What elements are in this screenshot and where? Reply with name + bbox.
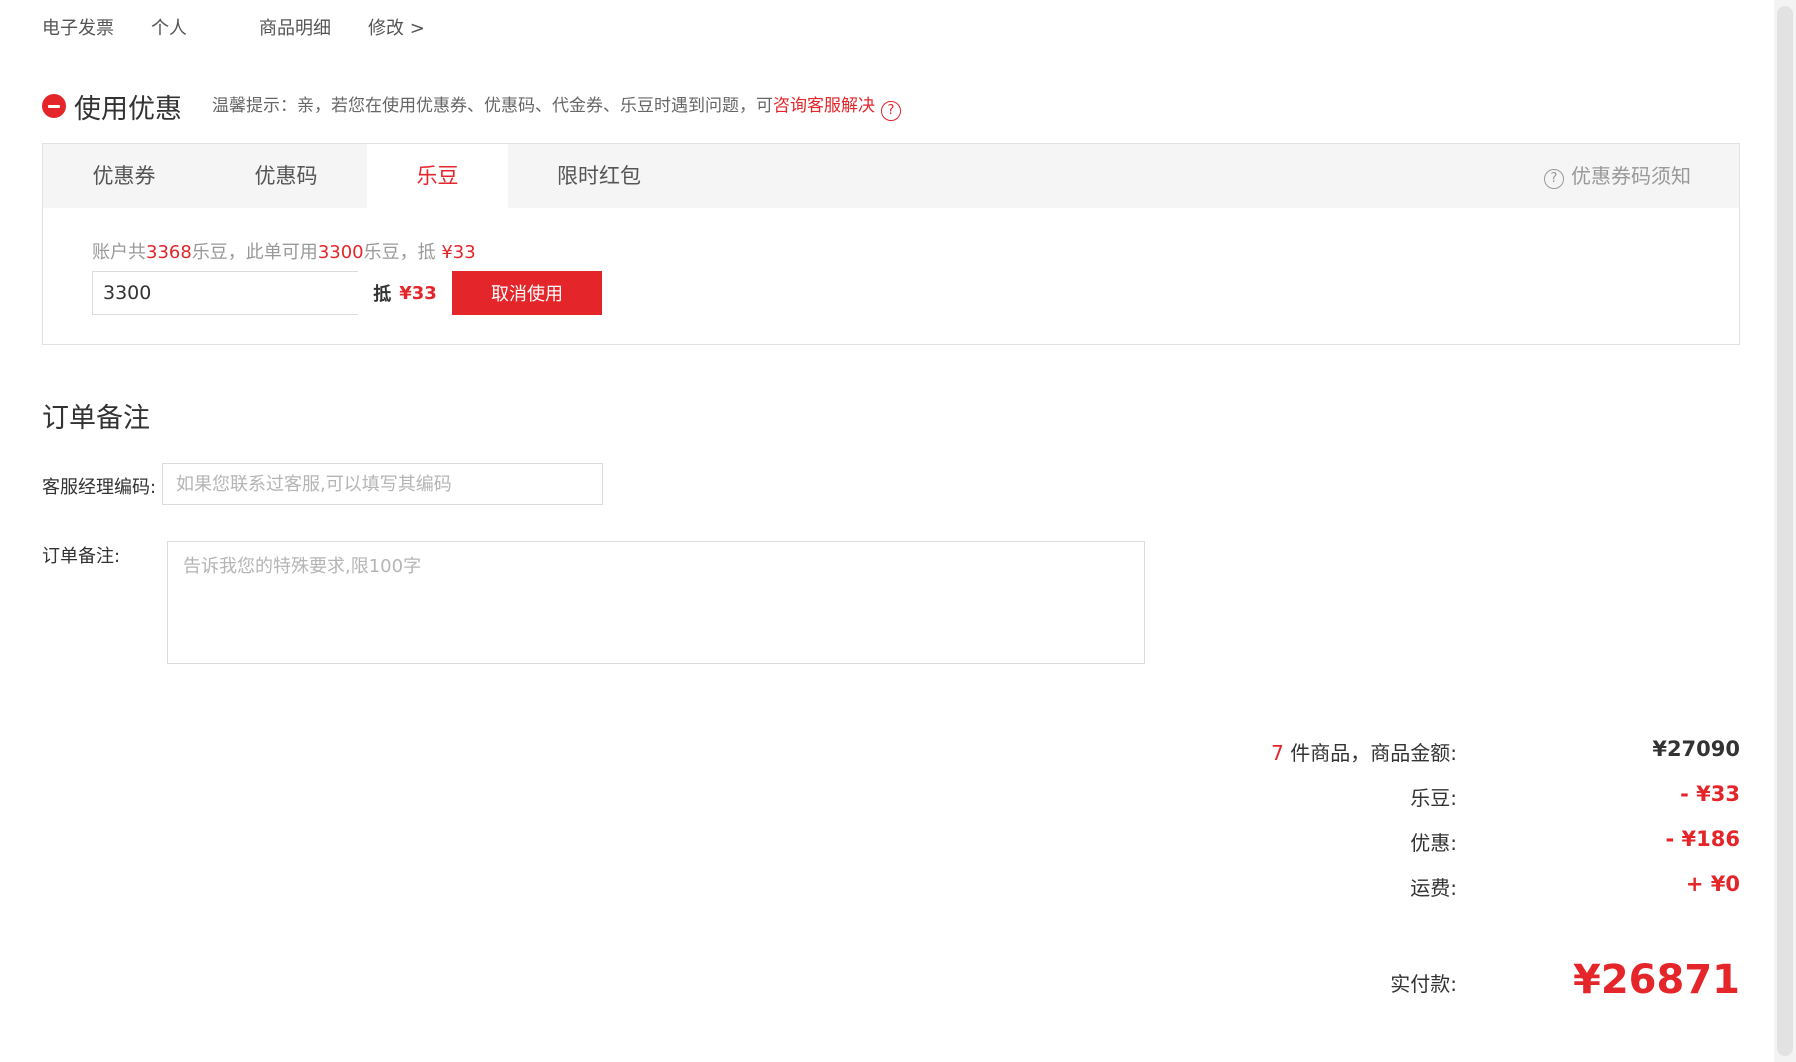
ledou-deduct-amount: ¥33 <box>399 282 437 304</box>
summary-shipping-amount: + ¥0 <box>1685 872 1740 896</box>
order-note-textarea[interactable] <box>167 541 1145 664</box>
invoice-edit-link[interactable]: 修改 > <box>368 14 425 40</box>
tab-ledou[interactable]: 乐豆 <box>367 144 508 208</box>
scrollbar-thumb[interactable] <box>1777 6 1793 1056</box>
ledou-usable: 3300 <box>317 242 364 263</box>
remarks-section-title: 订单备注 <box>42 403 150 434</box>
summary-total-label: 实付款: <box>1390 972 1457 996</box>
minus-circle-icon[interactable] <box>42 94 66 118</box>
item-count: 7 <box>1271 741 1284 765</box>
manager-code-label: 客服经理编码: <box>42 477 157 498</box>
ledou-info-text-3: 乐豆，抵 <box>363 242 442 263</box>
consult-service-link[interactable]: 咨询客服解决 <box>773 96 875 116</box>
invoice-title: 个人 <box>151 18 187 39</box>
summary-ledou-label: 乐豆: <box>1410 786 1457 810</box>
cancel-ledou-button[interactable]: 取消使用 <box>452 271 602 315</box>
manager-code-input[interactable] <box>162 463 603 505</box>
tab-coupon-code[interactable]: 优惠码 <box>205 144 367 208</box>
discount-section-header: 使用优惠 温馨提示：亲，若您在使用优惠券、优惠码、代金券、乐豆时遇到问题，可咨询… <box>42 86 901 126</box>
invoice-content: 商品明细 <box>259 18 331 39</box>
discount-panel: 优惠券 优惠码 乐豆 限时红包 ? 优惠券码须知 账户共3368乐豆，此单可用33… <box>42 143 1740 345</box>
ledou-info-text-1: 账户共 <box>92 242 146 263</box>
discount-tab-bar: 优惠券 优惠码 乐豆 限时红包 ? 优惠券码须知 <box>43 144 1739 208</box>
summary-discount-amount: - ¥186 <box>1665 827 1740 851</box>
ledou-total: 3368 <box>146 242 192 263</box>
question-circle-icon[interactable]: ? <box>881 101 901 121</box>
ledou-info: 账户共3368乐豆，此单可用3300乐豆，抵 ¥33 <box>92 238 476 264</box>
discount-tip-text: 温馨提示：亲，若您在使用优惠券、优惠码、代金券、乐豆时遇到问题，可 <box>212 96 773 116</box>
summary-discount-label: 优惠: <box>1410 831 1457 855</box>
ledou-info-text-2: 乐豆，此单可用 <box>191 242 318 263</box>
discount-tip: 温馨提示：亲，若您在使用优惠券、优惠码、代金券、乐豆时遇到问题，可咨询客服解决? <box>212 91 901 121</box>
tab-red-packet[interactable]: 限时红包 <box>508 144 690 208</box>
order-note-label: 订单备注: <box>42 546 121 567</box>
summary-goods-text: 件商品，商品金额: <box>1283 741 1457 765</box>
ledou-amount-input[interactable] <box>92 271 358 315</box>
invoice-type: 电子发票 <box>42 18 114 39</box>
summary-goods-label: 7 件商品，商品金额: <box>1271 737 1457 766</box>
discount-section-title: 使用优惠 <box>74 93 182 125</box>
question-circle-icon: ? <box>1544 169 1564 189</box>
coupon-notice-label: 优惠券码须知 <box>1571 164 1691 188</box>
ledou-deduct: ¥33 <box>441 242 476 263</box>
ledou-deduct-display: 抵 ¥33 <box>358 271 452 315</box>
summary-goods-amount: ¥27090 <box>1652 737 1740 761</box>
tab-coupon[interactable]: 优惠券 <box>43 144 205 208</box>
summary-total-amount: ¥26871 <box>1573 957 1740 1003</box>
ledou-input-row: 抵 ¥33 取消使用 <box>92 271 602 315</box>
ledou-deduct-label: 抵 <box>373 284 392 305</box>
summary-shipping-label: 运费: <box>1410 876 1457 900</box>
coupon-notice-link[interactable]: ? 优惠券码须知 <box>1544 144 1691 208</box>
summary-ledou-amount: - ¥33 <box>1680 782 1740 806</box>
